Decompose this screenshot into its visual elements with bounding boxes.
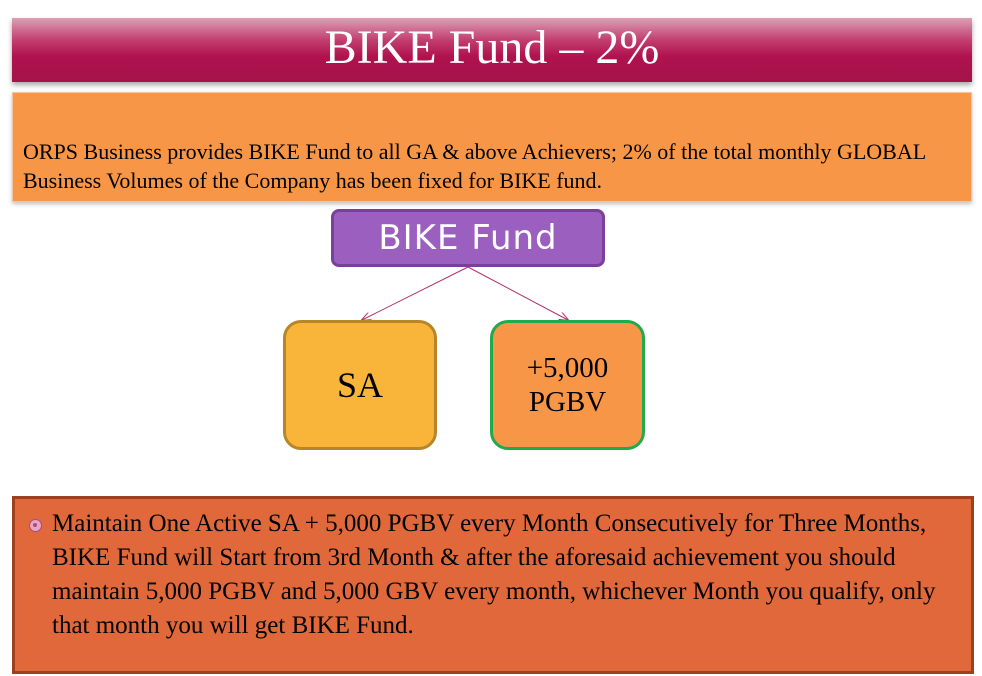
bullet-icon — [29, 519, 42, 532]
pgbv-amount: +5,000 — [526, 352, 609, 384]
pgbv-node: +5,000 PGBV — [490, 320, 645, 450]
pgbv-label: PGBV — [528, 386, 607, 418]
rule-text: Maintain One Active SA + 5,000 PGBV ever… — [52, 510, 936, 639]
connector-right — [467, 266, 568, 320]
bike-fund-node: BIKE Fund — [331, 209, 605, 267]
sa-label: SA — [336, 365, 384, 405]
bike-fund-label: BIKE Fund — [378, 218, 558, 258]
connector-left — [362, 266, 469, 320]
intro-text: ORPS Business provides BIKE Fund to all … — [23, 139, 926, 193]
rule-box: Maintain One Active SA + 5,000 PGBV ever… — [12, 496, 974, 674]
intro-box: ORPS Business provides BIKE Fund to all … — [12, 92, 972, 202]
sa-node: SA — [283, 320, 437, 450]
page-title: BIKE Fund – 2% — [324, 21, 660, 74]
title-banner: BIKE Fund – 2% — [12, 18, 972, 82]
